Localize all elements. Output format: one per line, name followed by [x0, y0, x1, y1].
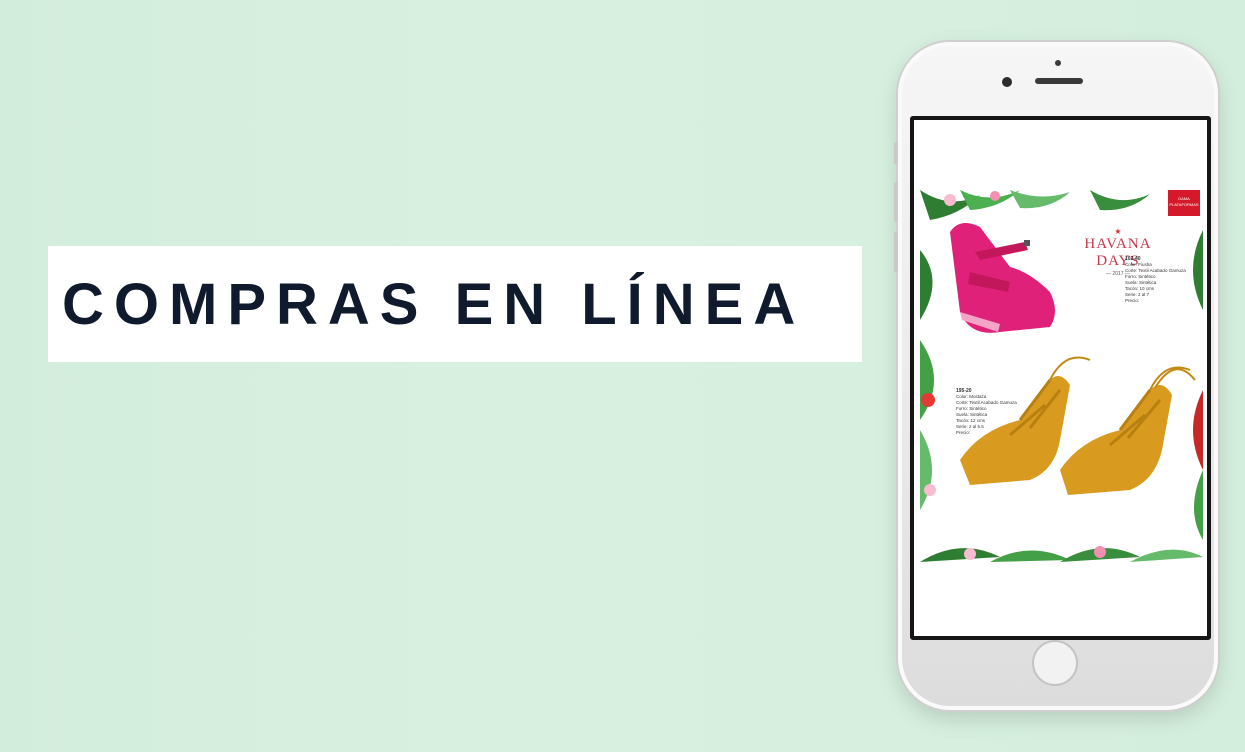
- mute-switch: [894, 142, 898, 164]
- tropical-leaves-bottom-icon: [920, 546, 1203, 562]
- product-spec-1: 102-40 Color: Fiusha Corte: Textil Acaba…: [1125, 256, 1186, 304]
- pink-wedge-sandal-image: [950, 223, 1055, 333]
- product-spec-2: 195-20 Color: Mostaza Corte: Textil Acab…: [956, 388, 1017, 436]
- home-button[interactable]: [1032, 640, 1078, 686]
- banner-title: COMPRAS EN LÍNEA: [62, 271, 806, 337]
- volume-down-button: [894, 232, 898, 272]
- catalog-page: ★ HAVANA DAYS — 2017 — DAMA PLATAFORMAS: [920, 190, 1203, 562]
- volume-up-button: [894, 182, 898, 222]
- spec-line: Precio:: [956, 430, 971, 435]
- star-icon: ★: [1114, 227, 1122, 236]
- earpiece-speaker: [1035, 78, 1083, 84]
- category-ribbon: DAMA PLATAFORMAS: [1168, 190, 1200, 216]
- phone-screen: ★ HAVANA DAYS — 2017 — DAMA PLATAFORMAS: [910, 116, 1211, 640]
- proximity-sensor: [1055, 60, 1061, 66]
- title-banner: COMPRAS EN LÍNEA: [48, 246, 862, 362]
- front-camera: [1002, 77, 1012, 87]
- phone-mockup: ★ HAVANA DAYS — 2017 — DAMA PLATAFORMAS: [894, 42, 1218, 710]
- ribbon-line-2: PLATAFORMAS: [1169, 202, 1199, 207]
- spec-line: Precio:: [1125, 298, 1140, 303]
